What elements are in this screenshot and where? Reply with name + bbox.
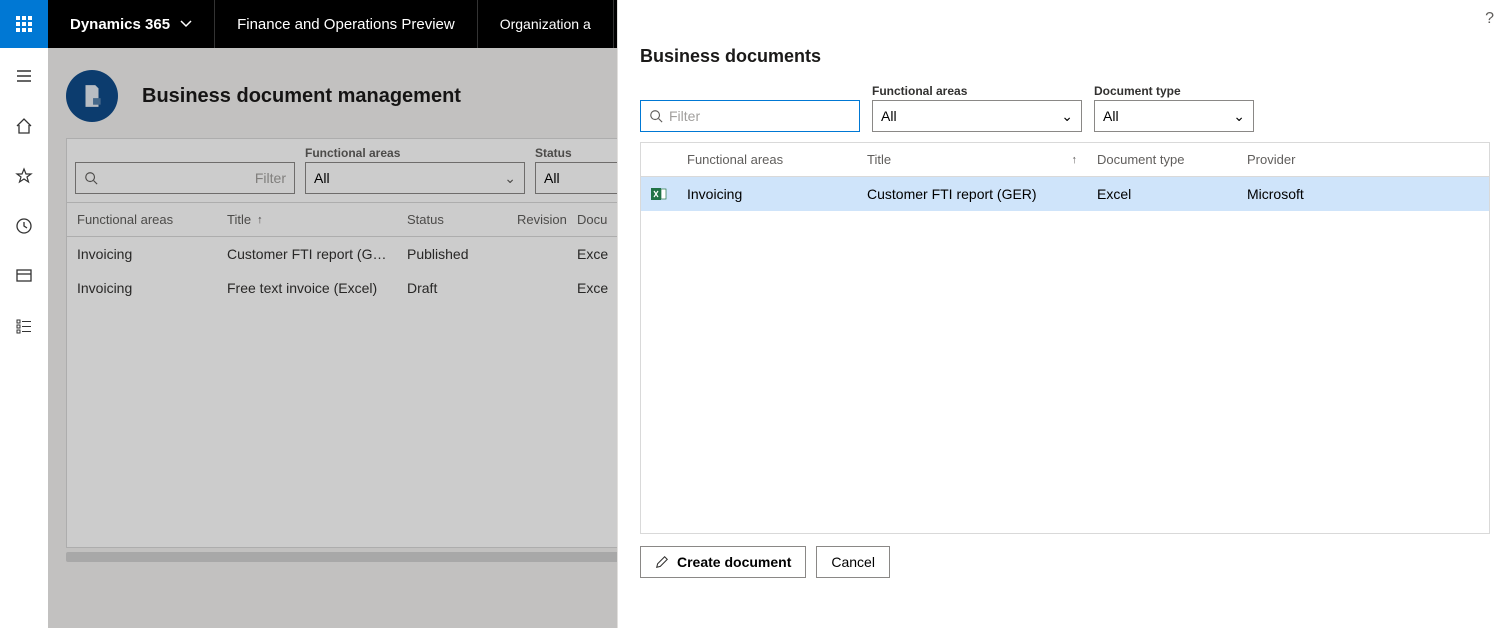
excel-icon <box>641 180 677 208</box>
cancel-label: Cancel <box>831 554 875 570</box>
panel-fa-value: All <box>881 108 897 124</box>
hamburger-button[interactable] <box>0 60 48 92</box>
app-name[interactable]: Finance and Operations Preview <box>215 0 478 48</box>
breadcrumb-item[interactable]: Organization a <box>478 0 614 48</box>
business-documents-panel: ? Business documents Filter Functional a… <box>617 0 1512 628</box>
panel-fa-select[interactable]: All ⌄ <box>872 100 1082 132</box>
panel-grid-body: Invoicing Customer FTI report (GER) Exce… <box>641 177 1489 533</box>
hamburger-icon <box>15 67 33 85</box>
pcell-fa: Invoicing <box>677 180 857 208</box>
recent-button[interactable] <box>0 210 48 242</box>
panel-grid: Functional areas Title↑ Document type Pr… <box>640 142 1490 534</box>
panel-filter-placeholder: Filter <box>669 108 700 124</box>
home-icon <box>15 117 33 135</box>
workspace-button[interactable] <box>0 260 48 292</box>
modules-button[interactable] <box>0 310 48 342</box>
workspace-icon <box>15 267 33 285</box>
brand-label: Dynamics 365 <box>70 16 170 33</box>
favorites-button[interactable] <box>0 160 48 192</box>
panel-filter-input[interactable]: Filter <box>640 100 860 132</box>
panel-topbar: ? <box>618 0 1512 40</box>
panel-grid-header: Functional areas Title↑ Document type Pr… <box>641 143 1489 177</box>
sort-up-icon: ↑ <box>1072 154 1078 166</box>
search-icon <box>649 109 663 123</box>
pcol-provider[interactable]: Provider <box>1237 146 1437 173</box>
app-label: Finance and Operations Preview <box>237 16 455 33</box>
left-nav-rail <box>0 48 48 628</box>
breadcrumb-label: Organization a <box>500 16 591 32</box>
chevron-down-icon <box>180 18 192 30</box>
table-row[interactable]: Invoicing Customer FTI report (GER) Exce… <box>641 177 1489 211</box>
panel-fa-label: Functional areas <box>872 84 1082 98</box>
panel-doctype-label: Document type <box>1094 84 1254 98</box>
pcol-title[interactable]: Title↑ <box>857 146 1087 173</box>
app-launcher-button[interactable] <box>0 0 48 48</box>
pcol-fa[interactable]: Functional areas <box>677 146 857 173</box>
star-icon <box>15 167 33 185</box>
clock-icon <box>15 217 33 235</box>
create-document-label: Create document <box>677 554 791 570</box>
chevron-down-icon: ⌄ <box>1061 108 1073 125</box>
pcell-provider: Microsoft <box>1237 180 1437 208</box>
panel-title: Business documents <box>618 40 1512 67</box>
brand-menu[interactable]: Dynamics 365 <box>48 0 215 48</box>
waffle-icon <box>16 16 32 32</box>
list-icon <box>15 317 33 335</box>
panel-doctype-value: All <box>1103 108 1119 124</box>
create-document-button[interactable]: Create document <box>640 546 806 578</box>
pcell-doctype: Excel <box>1087 180 1237 208</box>
pencil-icon <box>655 555 669 569</box>
home-button[interactable] <box>0 110 48 142</box>
help-button[interactable]: ? <box>1485 10 1494 28</box>
chevron-down-icon: ⌄ <box>1233 108 1245 125</box>
cancel-button[interactable]: Cancel <box>816 546 890 578</box>
pcell-title: Customer FTI report (GER) <box>857 180 1087 208</box>
panel-footer: Create document Cancel <box>618 534 1512 590</box>
panel-filters: Filter Functional areas All ⌄ Document t… <box>618 67 1512 142</box>
panel-doctype-select[interactable]: All ⌄ <box>1094 100 1254 132</box>
pcol-doctype[interactable]: Document type <box>1087 146 1237 173</box>
